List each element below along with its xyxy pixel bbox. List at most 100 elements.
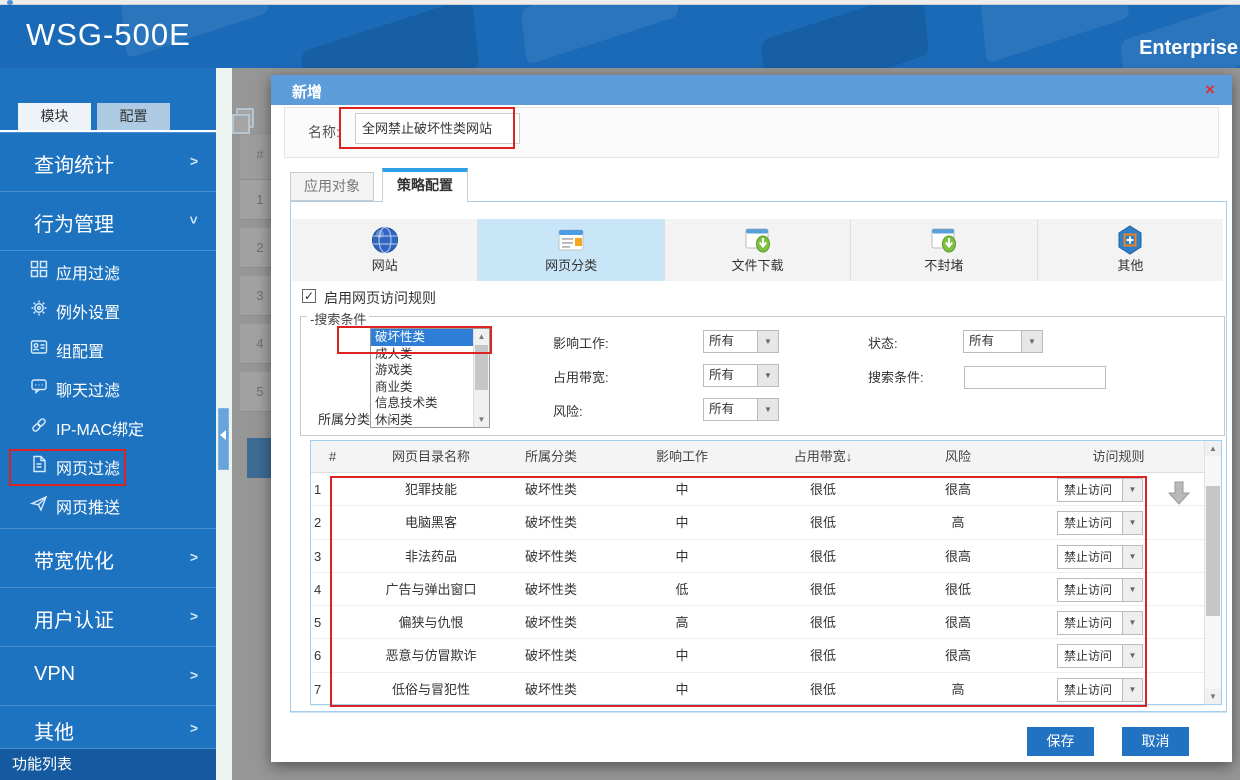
category-listbox[interactable]: 破坏性类 成人类 游戏类 商业类 信息技术类 休闲类 ▲ ▼ bbox=[370, 328, 490, 428]
sidebar-item-label: 网页推送 bbox=[56, 500, 121, 517]
cell-category: 破坏性类 bbox=[524, 482, 577, 497]
status-select[interactable]: 所有 ▼ bbox=[963, 330, 1043, 353]
chevron-down-icon: ▼ bbox=[757, 331, 778, 352]
chevron-down-icon: ▼ bbox=[1122, 645, 1142, 668]
sidebar-item-exception-settings[interactable]: 例外设置 bbox=[0, 290, 216, 329]
status-label: 状态: bbox=[868, 336, 898, 351]
move-down-arrow-icon[interactable] bbox=[1166, 480, 1192, 506]
listbox-option[interactable]: 信息技术类 bbox=[371, 395, 473, 412]
sidebar-tab-config[interactable]: 配置 bbox=[97, 103, 170, 130]
page-icon bbox=[33, 455, 46, 473]
listbox-option[interactable]: 休闲类 bbox=[371, 412, 473, 427]
access-rule-select[interactable]: 禁止访问 ▼ bbox=[1057, 644, 1143, 669]
bandwidth-select[interactable]: 所有 ▼ bbox=[703, 364, 779, 387]
category-other[interactable]: 其他 bbox=[1037, 219, 1224, 281]
sidebar-section-other[interactable]: 其他 > bbox=[0, 705, 216, 748]
risk-select[interactable]: 所有 ▼ bbox=[703, 398, 779, 421]
chevron-right-icon: > bbox=[189, 667, 198, 683]
grid-icon bbox=[30, 260, 48, 278]
col-header-category[interactable]: 所属分类 bbox=[501, 441, 601, 472]
enable-rule-checkbox[interactable]: ✓ bbox=[302, 289, 316, 303]
access-rule-select[interactable]: 禁止访问 ▼ bbox=[1057, 478, 1143, 502]
cell-name: 电脑黑客 bbox=[404, 515, 457, 531]
collapse-left-icon bbox=[220, 430, 226, 440]
sidebar-item-chat-filter[interactable]: 聊天过滤 bbox=[0, 368, 216, 407]
scroll-up-icon[interactable]: ▲ bbox=[1205, 441, 1221, 456]
close-icon[interactable]: × bbox=[1205, 80, 1215, 100]
impact-select[interactable]: 所有 ▼ bbox=[703, 330, 779, 353]
scroll-down-icon[interactable]: ▼ bbox=[1205, 689, 1221, 704]
access-rule-select[interactable]: 禁止访问 ▼ bbox=[1057, 677, 1143, 702]
sidebar-item-web-push[interactable]: 网页推送 bbox=[0, 485, 216, 524]
sidebar-tab-modules[interactable]: 模块 bbox=[18, 103, 91, 130]
chevron-right-icon: > bbox=[189, 549, 198, 565]
enable-rule-label: 启用网页访问规则 bbox=[324, 290, 436, 306]
sidebar-section-user-auth[interactable]: 用户认证 > bbox=[0, 587, 216, 645]
access-rule-select[interactable]: 禁止访问 ▼ bbox=[1057, 611, 1143, 636]
id-card-icon bbox=[30, 340, 48, 354]
table-scrollbar[interactable]: ▲ ▼ bbox=[1204, 441, 1221, 704]
select-value: 禁止访问 bbox=[1064, 549, 1113, 564]
access-rule-select[interactable]: 禁止访问 ▼ bbox=[1057, 577, 1143, 602]
cell-impact: 中 bbox=[675, 648, 689, 664]
category-website[interactable]: 网站 bbox=[292, 219, 479, 281]
cell-category: 破坏性类 bbox=[524, 681, 577, 697]
sidebar-section-vpn[interactable]: VPN > bbox=[0, 646, 216, 704]
scroll-up-icon[interactable]: ▲ bbox=[474, 329, 489, 344]
cell-impact: 中 bbox=[675, 681, 689, 697]
app-title: WSG-500E bbox=[26, 17, 191, 52]
col-header-bandwidth-sorted[interactable]: 占用带宽↓ bbox=[763, 441, 883, 472]
cancel-button[interactable]: 取消 bbox=[1122, 727, 1189, 756]
sidebar-footer-function-list[interactable]: 功能列表 bbox=[0, 748, 216, 780]
listbox-option[interactable]: 成人类 bbox=[371, 346, 473, 363]
sidebar-item-label: 应用过滤 bbox=[56, 266, 121, 283]
chevron-right-icon: > bbox=[189, 608, 198, 624]
category-web-classification[interactable]: 网页分类 bbox=[478, 219, 665, 281]
col-header-index: # bbox=[329, 449, 337, 464]
access-rule-select[interactable]: 禁止访问 ▼ bbox=[1057, 544, 1143, 569]
risk-label: 风险: bbox=[553, 404, 583, 419]
tab-application-object[interactable]: 应用对象 bbox=[290, 172, 374, 201]
cell-bandwidth: 很低 bbox=[809, 515, 836, 531]
sidebar-item-group-config[interactable]: 组配置 bbox=[0, 329, 216, 368]
listbox-option[interactable]: 商业类 bbox=[371, 379, 473, 396]
no-block-icon bbox=[931, 228, 956, 253]
scrollbar-thumb[interactable] bbox=[1206, 486, 1220, 616]
sidebar-section-query-stats[interactable]: 查询统计 > bbox=[0, 132, 216, 190]
chevron-down-icon: ▼ bbox=[757, 399, 778, 420]
save-button[interactable]: 保存 bbox=[1027, 727, 1094, 756]
sidebar-section-bandwidth[interactable]: 带宽优化 > bbox=[0, 528, 216, 586]
sidebar-item-ip-mac-binding[interactable]: IP-MAC绑定 bbox=[0, 407, 216, 446]
col-header-impact[interactable]: 影响工作 bbox=[601, 441, 763, 472]
cell-index: 4 bbox=[314, 581, 322, 597]
col-header-name[interactable]: 网页目录名称 bbox=[361, 441, 501, 472]
cell-bandwidth: 很低 bbox=[809, 615, 836, 631]
table-row: 4 广告与弹出窗口 破坏性类 低 很低 很低 禁止访问 ▼ bbox=[311, 573, 1204, 607]
listbox-option[interactable]: 游戏类 bbox=[371, 362, 473, 379]
chevron-right-icon: > bbox=[189, 720, 198, 736]
select-value: 禁止访问 bbox=[1064, 582, 1113, 597]
sidebar-section-behavior-mgmt[interactable]: 行为管理 > bbox=[0, 191, 216, 249]
category-no-block[interactable]: 不封堵 bbox=[851, 219, 1038, 281]
scrollbar-thumb[interactable] bbox=[475, 345, 488, 390]
listbox-option[interactable]: 破坏性类 bbox=[371, 329, 473, 346]
banner-texture bbox=[520, 5, 680, 66]
category-file-download[interactable]: 文件下载 bbox=[664, 219, 852, 281]
cell-bandwidth: 很低 bbox=[809, 548, 836, 564]
modal-title: 新增 bbox=[292, 84, 323, 101]
listbox-scrollbar[interactable]: ▲ ▼ bbox=[473, 329, 489, 427]
category-label: 网页分类 bbox=[545, 258, 598, 273]
tab-policy-config[interactable]: 策略配置 bbox=[382, 168, 468, 202]
col-header-risk[interactable]: 风险 bbox=[883, 441, 1033, 472]
modal-header: 新增 × bbox=[271, 75, 1232, 105]
access-rule-select[interactable]: 禁止访问 ▼ bbox=[1057, 511, 1143, 536]
gear-icon bbox=[31, 300, 47, 316]
sidebar-section-label: 带宽优化 bbox=[34, 551, 114, 573]
policy-name-input[interactable]: 全网禁止破坏性类网站 bbox=[355, 113, 520, 144]
scroll-down-icon[interactable]: ▼ bbox=[474, 412, 489, 427]
cell-access-rule: 禁止访问 ▼ bbox=[1033, 606, 1204, 638]
sidebar-item-app-filter[interactable]: 应用过滤 bbox=[0, 251, 216, 290]
sidebar-item-web-filter[interactable]: 网页过滤 bbox=[0, 446, 216, 485]
select-value: 禁止访问 bbox=[1064, 483, 1113, 497]
keyword-input[interactable] bbox=[964, 366, 1106, 389]
